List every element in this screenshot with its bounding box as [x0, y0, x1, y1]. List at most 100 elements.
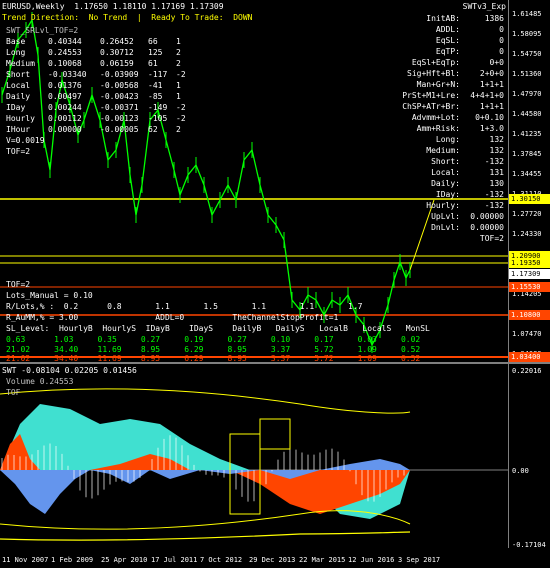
chart-window[interactable]: EURUSD,Weekly 1.17650 1.18110 1.17169 1.… [0, 0, 550, 568]
status-value: -132 [484, 190, 504, 199]
projection-line [409, 199, 435, 271]
price-level-label: 1.19350 [509, 258, 550, 268]
level-table-name: Local [6, 81, 31, 90]
price-tick: 1.61485 [512, 10, 542, 18]
level-table-a: 0.00244 [48, 103, 82, 112]
level-table-c: 125 [148, 48, 163, 57]
price-tick: 1.27720 [512, 210, 542, 218]
oscillator-tof: TOF [6, 388, 21, 397]
level-table-a: 0.40344 [48, 37, 82, 46]
level-table-name: Base [6, 37, 26, 46]
price-level-label: 1.15530 [509, 282, 550, 292]
price-tick: 1.37845 [512, 150, 542, 158]
osc-tick-bottom: -0.17104 [512, 541, 546, 549]
level-table-c: 62 [148, 125, 158, 134]
level-table-name: IHour [6, 125, 31, 134]
time-label: 3 Sep 2017 [398, 556, 441, 564]
level-table-b: -0.00123 [100, 114, 139, 123]
time-label: 22 Mar 2015 [299, 556, 346, 564]
status-value: 130 [489, 179, 504, 188]
sl-level-header: SL_Level: HourlyB HourlyS IDayB IDayS Da… [6, 324, 430, 333]
indicator-overlay-title: SWT_SRLvl_TOF=2 [6, 26, 79, 35]
sl-row-1: 0.63 1.03 0.35 0.27 0.19 0.27 0.10 0.17 … [6, 335, 421, 344]
v-value: V=0.0019 [6, 136, 45, 145]
status-value: -132 [484, 157, 504, 166]
price-level-label: 1.17309 [509, 269, 550, 279]
time-label: 12 Jun 2016 [348, 556, 395, 564]
lots-manual: Lots_Manual = 0.10 [6, 291, 93, 300]
status-value: TOF=2 [479, 234, 504, 243]
status-label: Long: [435, 135, 460, 144]
status-value: 2+0+0 [479, 69, 504, 78]
level-table-a: 0.00497 [48, 92, 82, 101]
status-value: 0+0.10 [475, 113, 504, 122]
level-table-c: -149 [148, 103, 168, 112]
price-level-label: 1.03400 [509, 352, 550, 362]
risk-lots-row: R/Lots,% : 0.2 0.8 1.1 1.5 1.1 1.1 1.7 [6, 302, 363, 311]
tof-value: TOF=2 [6, 147, 31, 156]
status-label: EqSL: [435, 36, 460, 45]
level-table-d: 1 [176, 92, 181, 101]
price-tick: 1.51360 [512, 70, 542, 78]
status-label: PrSt+M1+Lre: [402, 91, 460, 100]
status-label: InitAB: [426, 14, 460, 23]
time-label: 7 Oct 2012 [200, 556, 243, 564]
bottom-tof: TOF=2 [6, 280, 31, 289]
price-tick: 1.24330 [512, 230, 542, 238]
status-value: 131 [489, 168, 504, 177]
status-value: 132 [489, 146, 504, 155]
level-table-c: 66 [148, 37, 158, 46]
level-table-b: -0.00005 [100, 125, 139, 134]
status-label: Short: [431, 157, 460, 166]
status-value: 0.00000 [470, 223, 504, 232]
status-value: 1386 [484, 14, 504, 23]
level-table-d: 1 [176, 81, 181, 90]
level-table-name: Short [6, 70, 31, 79]
status-label: Amm+Risk: [416, 124, 460, 133]
time-label: 29 Dec 2013 [249, 556, 296, 564]
level-table-c: -41 [148, 81, 163, 90]
status-label: Daily: [431, 179, 460, 188]
status-label: ADDL: [435, 25, 460, 34]
level-table-a: 0.10068 [48, 59, 82, 68]
time-label: 17 Jul 2011 [151, 556, 198, 564]
level-table-name: Hourly [6, 114, 35, 123]
level-table-d: -2 [176, 114, 186, 123]
status-label: EqSl+EqTp: [411, 58, 460, 67]
status-label: Medium: [426, 146, 460, 155]
trend-status: Trend Direction: No Trend | Ready To Tra… [2, 13, 253, 22]
level-table-d: 2 [176, 59, 181, 68]
price-tick: 1.54750 [512, 50, 542, 58]
level-table-d: 2 [176, 125, 181, 134]
level-table-c: -117 [148, 70, 168, 79]
oscillator-svg [0, 388, 508, 541]
r-aumm-row: R_AuMM,% = 3.00 ADDL=0 TheChannelStopPro… [6, 313, 339, 322]
level-table-b: 0.26452 [100, 37, 134, 46]
time-label: 11 Nov 2007 [2, 556, 49, 564]
price-tick: 1.44580 [512, 110, 542, 118]
status-value: -132 [484, 201, 504, 210]
level-table-d: 2 [176, 48, 181, 57]
level-table-a: 0.00112 [48, 114, 82, 123]
oscillator-volume: Volume 0.24553 [6, 377, 74, 386]
status-value: 1+1+1 [479, 102, 504, 111]
level-table-b: 0.06159 [100, 59, 134, 68]
main-chart-pane[interactable]: EURUSD,Weekly 1.17650 1.18110 1.17169 1.… [0, 0, 508, 362]
signal-box [259, 418, 291, 450]
oscillator-pane[interactable]: SWT -0.08104 0.02205 0.01456 Volume 0.24… [0, 364, 508, 548]
level-table-b: -0.00568 [100, 81, 139, 90]
osc-tick-zero: 0.00 [512, 467, 529, 475]
status-value: 132 [489, 135, 504, 144]
level-table-d: -2 [176, 70, 186, 79]
level-table-b: -0.03909 [100, 70, 139, 79]
status-label: EqTP: [435, 47, 460, 56]
level-table-c: 61 [148, 59, 158, 68]
time-label: 1 Feb 2009 [51, 556, 94, 564]
time-label: 25 Apr 2010 [101, 556, 148, 564]
outer-band [0, 531, 411, 541]
status-value: 0.00000 [470, 212, 504, 221]
level-table-b: 0.30712 [100, 48, 134, 57]
osc-tick-top: 0.22016 [512, 367, 542, 375]
oscillator-title: SWT -0.08104 0.02205 0.01456 [2, 366, 137, 375]
level-table-name: IDay [6, 103, 26, 112]
